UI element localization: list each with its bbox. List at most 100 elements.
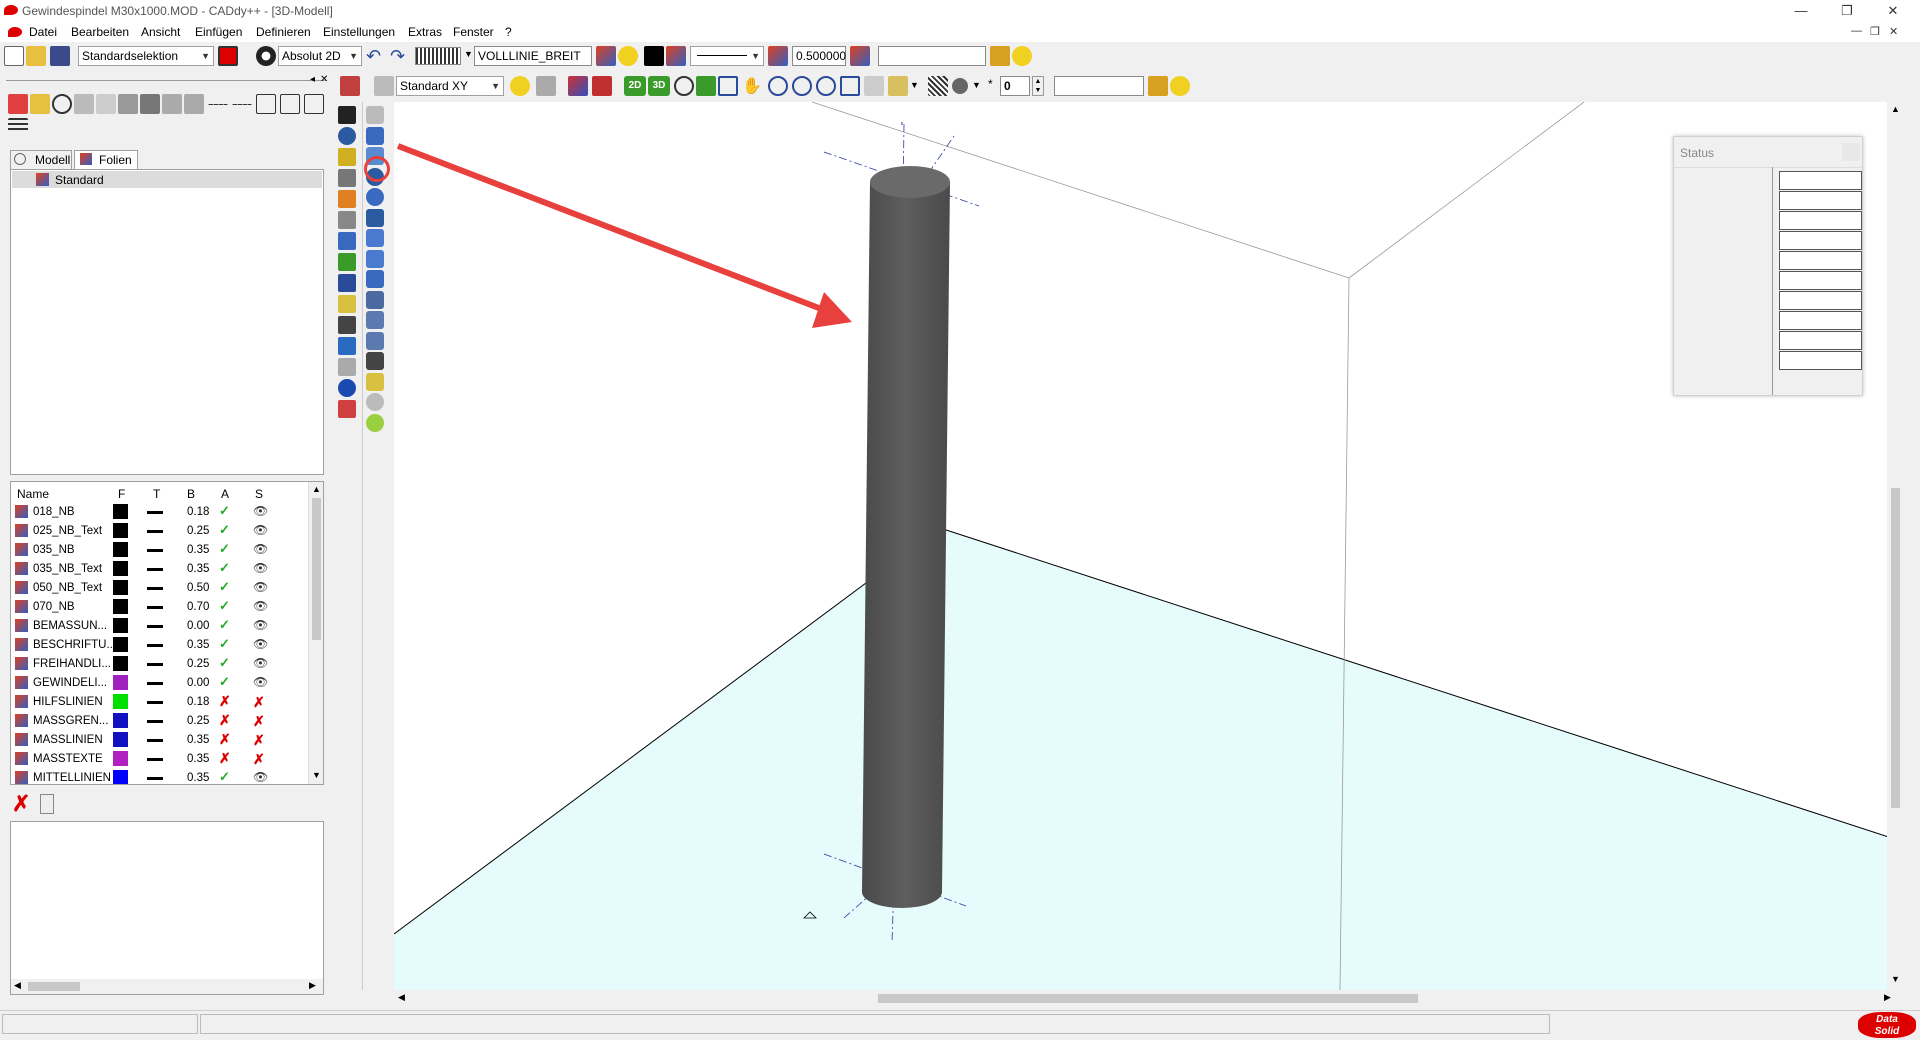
measure-tool-icon[interactable] (338, 295, 356, 313)
view-icon-4[interactable] (568, 76, 588, 96)
torus-tool-icon[interactable] (366, 188, 384, 206)
disc-stack-icon[interactable] (366, 311, 384, 329)
toolbar-icon-14[interactable] (304, 94, 324, 114)
toolbar-icon-8[interactable] (162, 94, 182, 114)
delete-layer-icon[interactable]: ✗ (12, 793, 32, 815)
layer-row[interactable]: 070_NB 0.70 ✓ 👁 (11, 598, 307, 617)
inactive-cross-icon[interactable]: ✗ (219, 731, 231, 748)
col-name[interactable]: Name (17, 487, 49, 501)
line-type-icon[interactable] (147, 682, 163, 685)
layer-color-swatch[interactable] (113, 637, 128, 652)
visible-eye-icon[interactable]: 👁 (253, 523, 268, 537)
line-type-icon[interactable] (147, 511, 163, 514)
ball-tool-icon[interactable] (366, 393, 384, 411)
layer-row[interactable]: MASSGREN... 0.25 ✗ ✗ (11, 712, 307, 731)
undo-icon[interactable]: ↶ (366, 46, 381, 67)
view-3d-button[interactable]: 3D (648, 76, 670, 96)
draw-tool-icon[interactable] (338, 253, 356, 271)
panel-close-icon[interactable]: ✕ (320, 74, 328, 85)
view-icon-1[interactable] (340, 76, 360, 96)
plate-tool-icon[interactable] (366, 352, 384, 370)
eraser-icon[interactable] (338, 400, 356, 418)
mdi-minimize-button[interactable]: — (1851, 25, 1862, 37)
line-type-icon[interactable] (147, 644, 163, 647)
hatch-icon[interactable] (928, 76, 948, 96)
visible-eye-icon[interactable]: 👁 (253, 599, 268, 613)
hidden-cross-icon[interactable]: ✗ (253, 713, 265, 730)
mdi-restore-button[interactable]: ❐ (1870, 25, 1880, 38)
line-type-icon[interactable] (147, 625, 163, 628)
line-type-icon[interactable] (147, 758, 163, 761)
counter-spinner[interactable]: ▲ ▼ (1032, 76, 1044, 96)
rotate-icon[interactable] (674, 76, 694, 96)
toolbar-icon-7[interactable] (140, 94, 160, 114)
view-plane-select[interactable]: Standard XY ▼ (396, 76, 504, 96)
render-dropdown-icon[interactable]: ▼ (972, 80, 981, 90)
visible-eye-icon[interactable]: 👁 (253, 580, 268, 594)
col-type[interactable]: T (153, 487, 160, 501)
inactive-cross-icon[interactable]: ✗ (219, 750, 231, 767)
hatch-tool-icon[interactable] (338, 358, 356, 376)
col-color[interactable]: F (118, 487, 125, 501)
layer-row[interactable]: HILFSLINIEN 0.18 ✗ ✗ (11, 693, 307, 712)
inactive-cross-icon[interactable]: ✗ (219, 712, 231, 729)
hidden-cross-icon[interactable]: ✗ (253, 732, 265, 749)
zoom-all-icon[interactable] (816, 76, 836, 96)
save-icon[interactable] (50, 46, 70, 66)
active-check-icon[interactable]: ✓ (219, 560, 230, 576)
list-view-icon[interactable] (8, 118, 28, 132)
toolbar-icon-1[interactable] (8, 94, 28, 114)
selection-filter-icon[interactable] (218, 46, 238, 66)
visible-eye-icon[interactable]: 👁 (253, 561, 268, 575)
layer-row[interactable]: 018_NB 0.18 ✓ 👁 (11, 503, 307, 522)
visible-eye-icon[interactable]: 👁 (253, 770, 268, 784)
scrollbar-thumb[interactable] (312, 498, 321, 640)
paste-icon[interactable] (40, 794, 54, 814)
layer-row[interactable]: MASSLINIEN 0.35 ✗ ✗ (11, 731, 307, 750)
layer-row[interactable]: 050_NB_Text 0.50 ✓ 👁 (11, 579, 307, 598)
visible-eye-icon[interactable]: 👁 (253, 618, 268, 632)
text-tool-icon[interactable] (338, 337, 356, 355)
grid-pattern-icon[interactable] (415, 47, 461, 65)
inactive-cross-icon[interactable]: ✗ (219, 693, 231, 710)
tree-item-standard[interactable]: Standard (12, 171, 322, 188)
active-check-icon[interactable]: ✓ (219, 617, 230, 633)
menu-einstellungen[interactable]: Einstellungen (323, 25, 395, 39)
info-icon[interactable] (338, 379, 356, 397)
layer-icon[interactable] (596, 46, 616, 66)
layer-stack-icon[interactable] (666, 46, 686, 66)
pencil-tool-icon[interactable] (338, 190, 356, 208)
line-type-icon[interactable] (147, 720, 163, 723)
visible-eye-icon[interactable]: 👁 (253, 675, 268, 689)
layer-color-swatch[interactable] (113, 656, 128, 671)
cube-icon[interactable] (888, 76, 908, 96)
coordinate-icon[interactable] (256, 46, 276, 66)
property-hscrollbar[interactable]: ◀ ▶ (11, 979, 323, 994)
layer-row[interactable]: MITTELLINIEN 0.35 ✓ 👁 (11, 769, 307, 784)
group-tool-icon[interactable] (338, 316, 356, 334)
toolbar-icon-4[interactable] (74, 94, 94, 114)
toolbar-icon-2[interactable] (30, 94, 50, 114)
minimize-button[interactable]: — (1778, 0, 1824, 22)
toolbar-icon-12[interactable] (256, 94, 276, 114)
line-width-icon[interactable] (768, 46, 788, 66)
view-bulb-icon[interactable] (510, 76, 530, 96)
col-width[interactable]: B (187, 487, 195, 501)
hidden-cross-icon[interactable]: ✗ (253, 694, 265, 711)
cone-tool-icon[interactable] (366, 208, 384, 227)
open-folder-icon[interactable] (26, 46, 46, 66)
layer-color-swatch[interactable] (113, 751, 128, 766)
layer-table-scrollbar[interactable]: ▲ ▼ (308, 482, 323, 784)
pen-layer-icon[interactable] (850, 46, 870, 66)
chevron-down-icon[interactable]: ▼ (464, 49, 473, 59)
layer-color-swatch[interactable] (113, 732, 128, 747)
layer-row[interactable]: BEMASSUN... 0.00 ✓ 👁 (11, 617, 307, 636)
bulb-icon-2[interactable] (1170, 76, 1190, 96)
line-type-icon[interactable] (147, 568, 163, 571)
view-icon-5[interactable] (592, 76, 612, 96)
col-visible[interactable]: S (255, 487, 263, 501)
dimension-tool-icon[interactable] (338, 169, 356, 187)
layer-color-swatch[interactable] (113, 542, 128, 557)
extrude-tool-icon[interactable] (366, 270, 384, 288)
line-width-field[interactable]: 0.500000 (792, 46, 846, 66)
